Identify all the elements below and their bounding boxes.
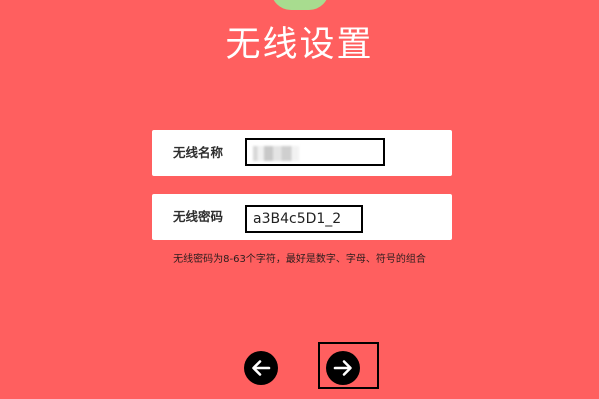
wireless-name-input[interactable] [245,138,385,166]
previous-button[interactable] [244,351,278,385]
next-button[interactable] [326,351,360,385]
wireless-name-row: 无线名称 [152,130,452,176]
password-hint: 无线密码为8-63个字符，最好是数字、字母、符号的组合 [173,254,426,265]
blurred-name-underline [289,164,321,166]
wireless-password-input[interactable]: a3B4c5D1_2 [245,205,363,233]
wireless-name-label: 无线名称 [173,145,224,160]
top-decoration [271,0,329,10]
arrow-left-icon [249,356,273,380]
wireless-password-label: 无线密码 [173,209,224,224]
arrow-right-icon [331,356,355,380]
page-title: 无线设置 [225,25,374,65]
blurred-wireless-name [253,146,299,161]
wireless-password-row: 无线密码 a3B4c5D1_2 [152,194,452,240]
